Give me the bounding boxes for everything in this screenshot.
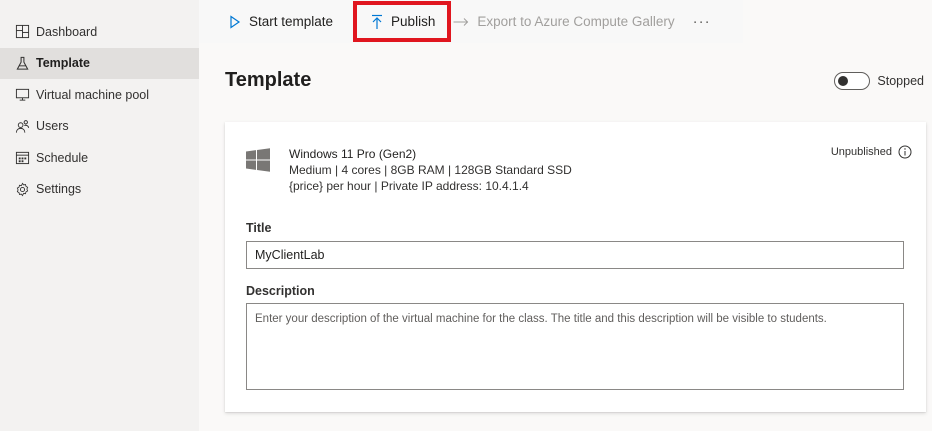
title-input[interactable]	[246, 241, 904, 269]
windows-logo-icon	[246, 148, 270, 177]
vm-image-name: Windows 11 Pro (Gen2)	[289, 147, 417, 161]
command-bar: Start template Publish Export to Azure C…	[199, 0, 743, 43]
page-title: Template	[225, 69, 312, 91]
sidebar: Dashboard Template Virtual machine pool …	[0, 0, 199, 431]
sidebar-item-dashboard[interactable]: Dashboard	[0, 16, 199, 47]
status-badge: Unpublished	[830, 146, 892, 158]
toggle-knob	[838, 76, 849, 86]
sidebar-item-label: Virtual machine pool	[36, 87, 150, 102]
template-card: Windows 11 Pro (Gen2) Medium | 4 cores |…	[225, 122, 926, 412]
publish-button[interactable]: Publish	[353, 1, 452, 42]
toolbar-filler	[743, 0, 932, 43]
publish-arrow-up-icon	[371, 14, 383, 30]
sidebar-item-schedule[interactable]: Schedule	[0, 142, 199, 173]
sidebar-item-virtual-machine-pool[interactable]: Virtual machine pool	[0, 79, 199, 110]
start-template-button[interactable]: Start template	[229, 0, 333, 43]
gear-icon	[14, 181, 30, 197]
vm-pricing: {price} per hour | Private IP address: 1…	[289, 179, 529, 193]
more-options-button[interactable]: ···	[693, 0, 711, 43]
vm-specs: Medium | 4 cores | 8GB RAM | 128GB Stand…	[289, 163, 572, 177]
main-content: Template Stopped Windows 11 Pro (Gen2) M…	[199, 43, 932, 431]
title-label: Title	[246, 221, 272, 235]
users-icon	[14, 118, 30, 134]
sidebar-item-label: Schedule	[36, 150, 89, 165]
flask-icon	[14, 55, 30, 71]
sidebar-item-label: Users	[36, 119, 69, 134]
sidebar-item-users[interactable]: Users	[0, 111, 199, 142]
info-icon[interactable]	[898, 145, 912, 159]
description-label: Description	[246, 284, 315, 298]
play-icon	[229, 14, 241, 29]
publish-status: Unpublished	[831, 145, 912, 159]
publish-label: Publish	[391, 14, 436, 29]
arrow-right-icon	[453, 17, 469, 27]
sidebar-item-template[interactable]: Template	[0, 47, 199, 79]
sidebar-item-label: Dashboard	[36, 24, 98, 39]
calendar-icon	[14, 150, 30, 166]
monitor-icon	[14, 87, 30, 103]
toggle-state-label: Stopped	[877, 74, 924, 88]
description-textarea[interactable]	[246, 303, 904, 390]
app-root: Dashboard Template Virtual machine pool …	[0, 0, 932, 431]
export-gallery-button[interactable]: Export to Azure Compute Gallery	[451, 0, 675, 43]
export-gallery-label: Export to Azure Compute Gallery	[477, 14, 675, 29]
dashboard-icon	[14, 24, 30, 40]
start-template-label: Start template	[249, 14, 334, 29]
sidebar-item-label: Settings	[36, 182, 82, 197]
sidebar-item-settings[interactable]: Settings	[0, 174, 199, 205]
vm-info: Windows 11 Pro (Gen2) Medium | 4 cores |…	[289, 146, 572, 194]
template-state-toggle[interactable]: Stopped	[834, 72, 924, 90]
more-icon: ···	[692, 13, 711, 30]
sidebar-item-label: Template	[36, 56, 90, 71]
toggle-switch[interactable]	[834, 72, 871, 90]
